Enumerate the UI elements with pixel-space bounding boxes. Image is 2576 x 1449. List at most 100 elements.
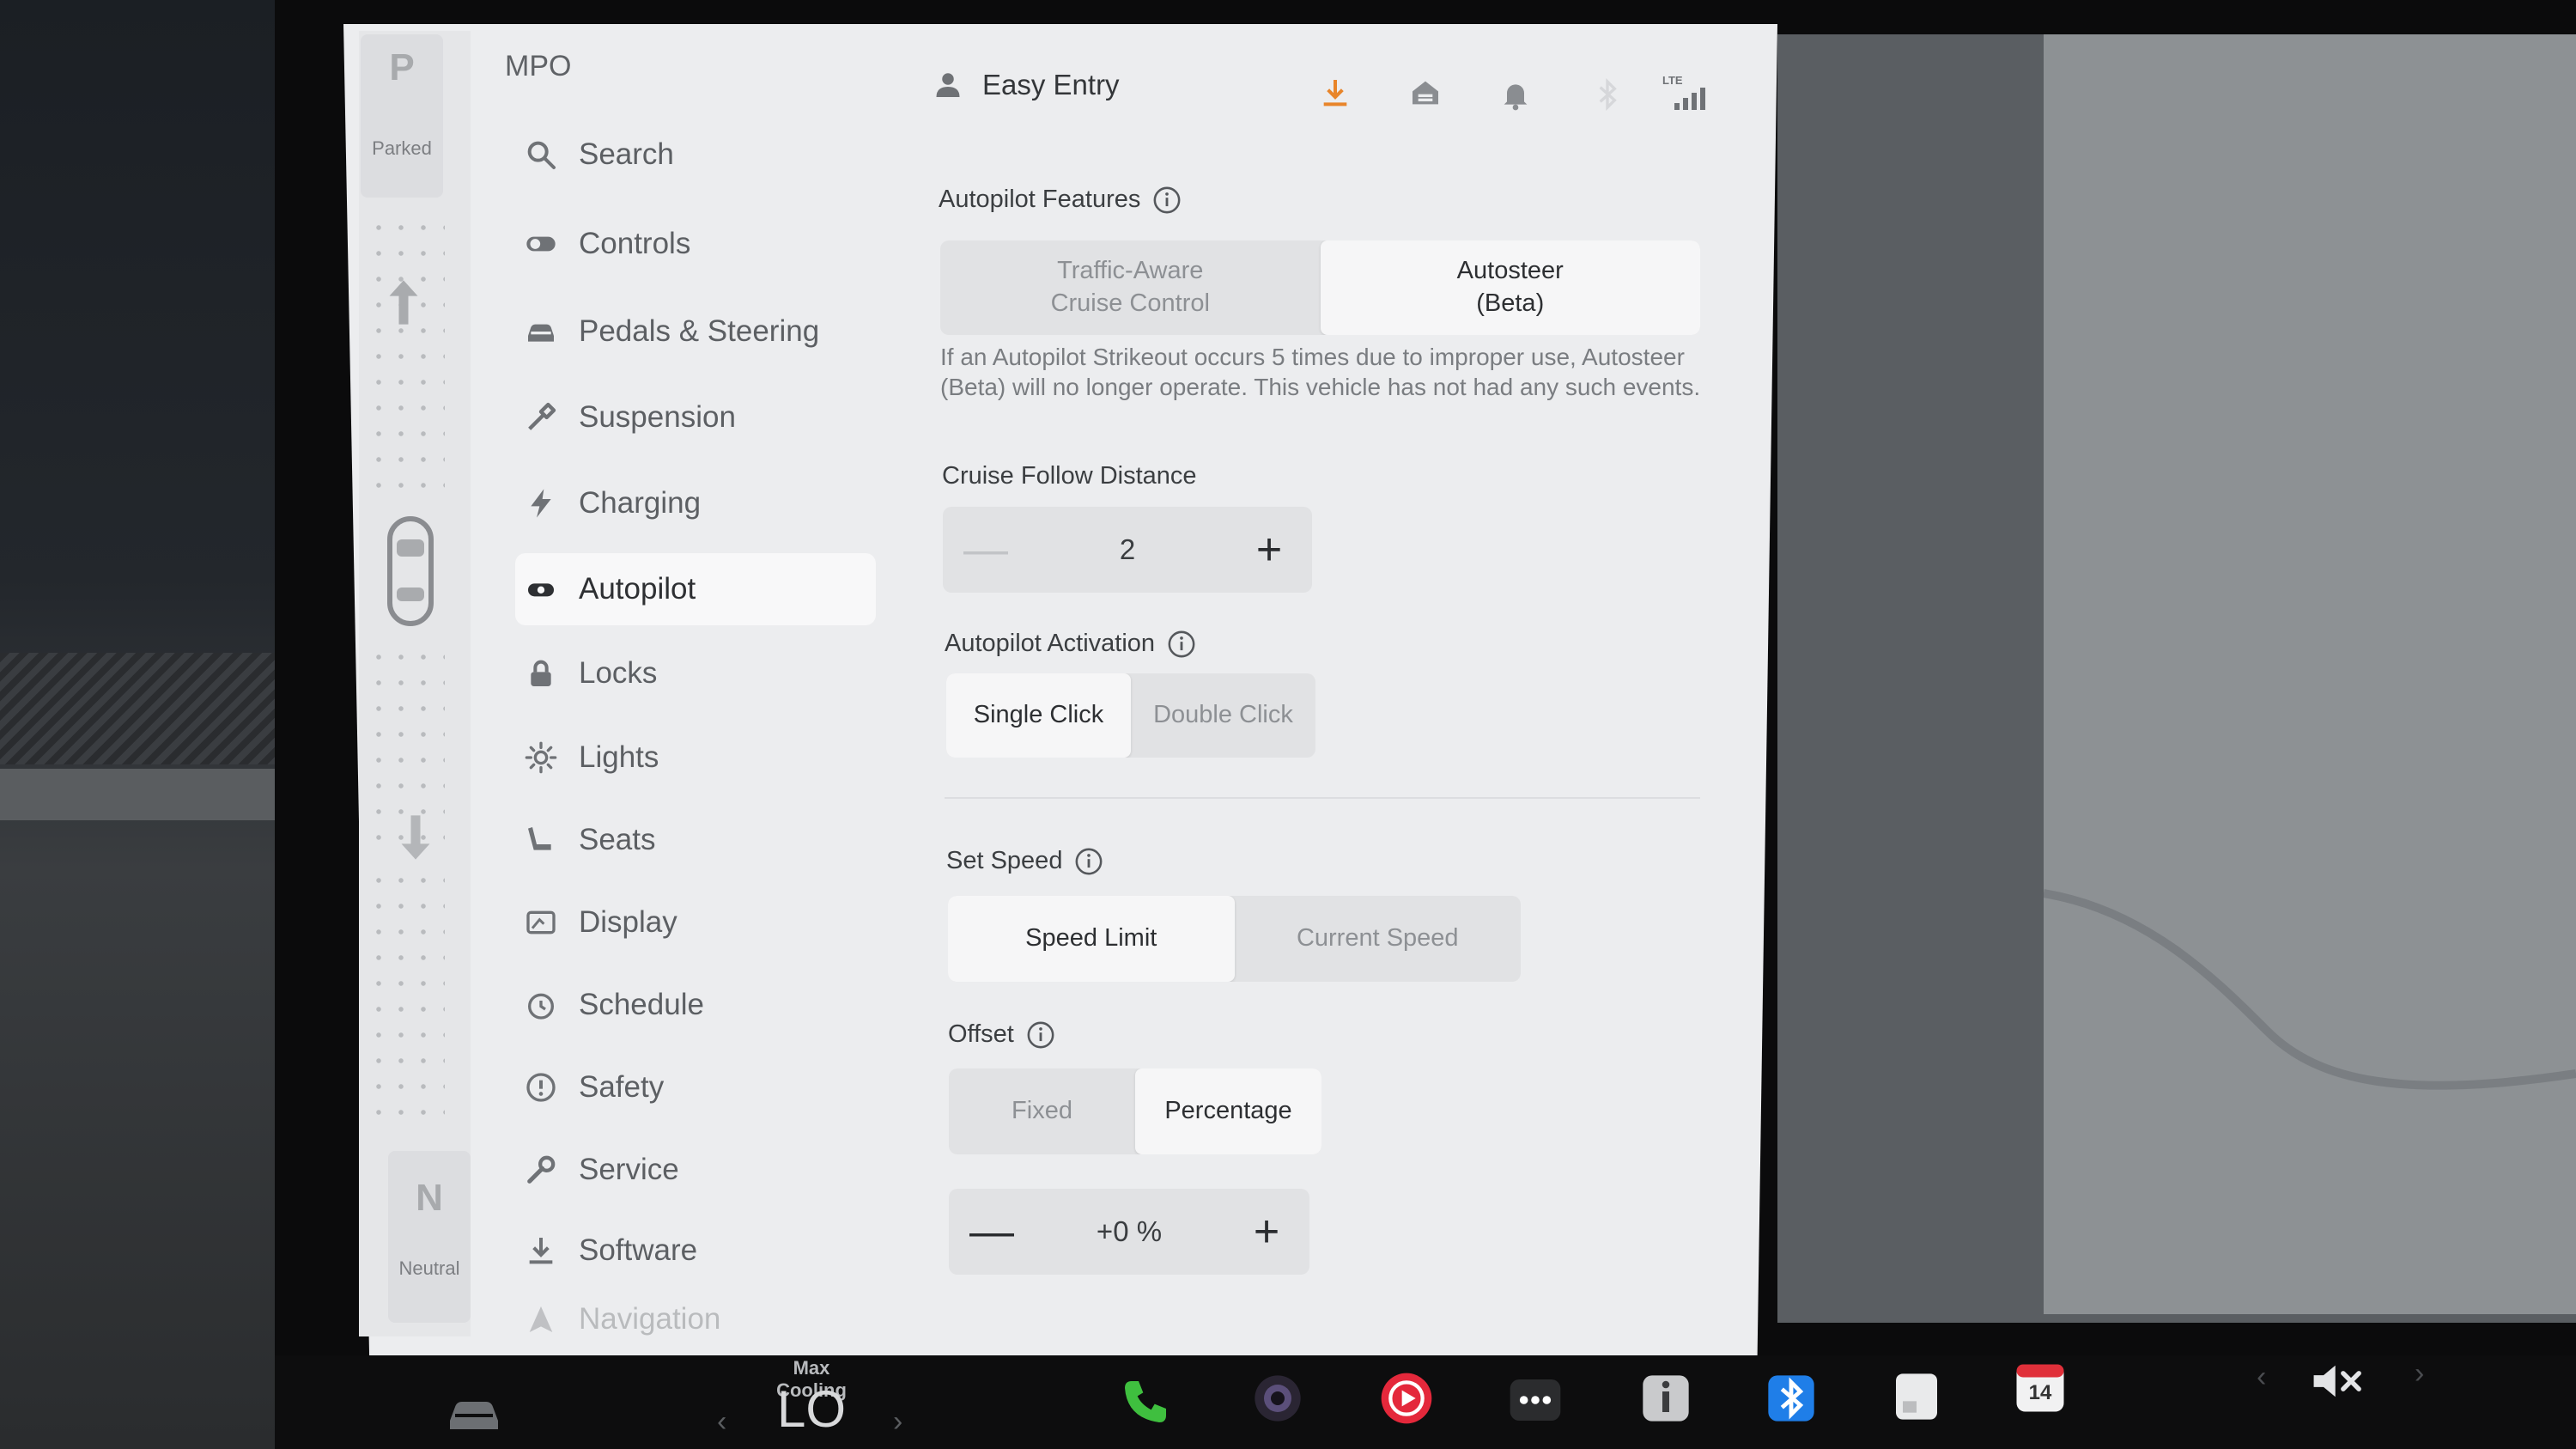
sidebar-item-display[interactable]: Display xyxy=(515,886,876,959)
gear-state: Neutral xyxy=(398,1257,460,1279)
info-icon[interactable] xyxy=(1152,186,1182,215)
wrench-icon xyxy=(524,1153,558,1187)
seat-icon xyxy=(524,823,558,857)
volume-up-icon[interactable]: › xyxy=(2415,1357,2424,1391)
option-double-click[interactable]: Double Click xyxy=(1131,673,1315,758)
calendar-icon[interactable]: 14 xyxy=(2014,1362,2066,1414)
navigation-icon xyxy=(524,1302,558,1336)
climate-value[interactable]: LO xyxy=(756,1379,867,1439)
wrench-icon xyxy=(524,400,558,435)
sidebar-item-search[interactable]: Search xyxy=(515,119,876,191)
arrow-down-icon[interactable] xyxy=(397,812,434,863)
mute-icon[interactable] xyxy=(2310,1357,2365,1405)
lte-label: LTE xyxy=(1662,74,1683,87)
home-icon[interactable] xyxy=(1408,76,1443,110)
sidebar-item-lights[interactable]: Lights xyxy=(515,721,876,794)
profile-icon[interactable] xyxy=(933,67,963,101)
search-icon xyxy=(524,137,558,172)
option-single-click[interactable]: Single Click xyxy=(946,673,1131,758)
lte-signal-icon: LTE xyxy=(1662,74,1710,112)
section-title-text: Set Speed xyxy=(946,847,1063,874)
media-player-icon[interactable] xyxy=(1379,1371,1434,1426)
download-icon xyxy=(524,1233,558,1268)
toggle-icon xyxy=(524,227,558,261)
offset-title: Offset xyxy=(948,1020,1055,1050)
follow-distance-value: 2 xyxy=(1119,533,1136,565)
cruise-follow-distance-title: Cruise Follow Distance xyxy=(942,462,1197,490)
info-card-icon[interactable] xyxy=(1638,1371,1693,1426)
sidebar-item-label: Display xyxy=(579,905,677,939)
option-autosteer-beta[interactable]: Autosteer (Beta) xyxy=(1320,240,1700,335)
option-percentage[interactable]: Percentage xyxy=(1135,1068,1321,1154)
dash-vent xyxy=(0,769,318,820)
download-icon[interactable] xyxy=(1318,76,1352,110)
car-icon xyxy=(524,314,558,349)
info-icon[interactable] xyxy=(1074,847,1103,876)
autopilot-activation-selector: Single Click Double Click xyxy=(946,673,1315,758)
map-route xyxy=(2044,889,2576,1090)
autopilot-features-selector: Traffic-Aware Cruise Control Autosteer (… xyxy=(940,240,1700,335)
sidebar-item-label: Charging xyxy=(579,486,702,520)
drive-dots xyxy=(368,868,445,1134)
lightning-icon xyxy=(524,486,558,521)
option-fixed[interactable]: Fixed xyxy=(949,1068,1135,1154)
option-traffic-aware-cruise-control[interactable]: Traffic-Aware Cruise Control xyxy=(940,240,1321,335)
sidebar-item-software[interactable]: Software xyxy=(515,1215,876,1287)
sidebar-item-label: Controls xyxy=(579,227,691,260)
sidebar-item-service[interactable]: Service xyxy=(515,1134,876,1206)
climate-temp-up-icon[interactable]: › xyxy=(893,1405,902,1439)
offset-selector: Fixed Percentage xyxy=(949,1068,1321,1154)
alert-icon xyxy=(524,1070,558,1105)
bell-icon[interactable] xyxy=(1498,77,1533,112)
car-top-icon xyxy=(385,515,436,627)
sidebar-item-suspension[interactable]: Suspension xyxy=(515,381,876,454)
option-current-speed[interactable]: Current Speed xyxy=(1235,896,1522,982)
offset-value: +0 % xyxy=(1096,1215,1163,1247)
sidebar-item-label: Schedule xyxy=(579,988,704,1021)
arrow-up-icon[interactable] xyxy=(385,277,422,328)
display-icon xyxy=(524,905,558,940)
sidebar-item-navigation[interactable]: Navigation xyxy=(515,1294,876,1345)
more-apps-icon[interactable] xyxy=(1508,1373,1563,1428)
decrease-button[interactable]: — xyxy=(949,1189,1035,1275)
sidebar-item-controls[interactable]: Controls xyxy=(515,208,876,280)
gear-neutral[interactable]: N Neutral xyxy=(388,1151,471,1323)
follow-distance-stepper: — 2 + xyxy=(943,507,1312,593)
phone-icon[interactable] xyxy=(1118,1374,1173,1429)
increase-button[interactable]: + xyxy=(1224,1189,1309,1275)
sidebar-item-label: Lights xyxy=(579,740,659,774)
sidebar-item-label: Autopilot xyxy=(579,572,696,606)
gear-state: Parked xyxy=(372,137,432,159)
sidebar-item-schedule[interactable]: Schedule xyxy=(515,969,876,1041)
option-speed-limit[interactable]: Speed Limit xyxy=(948,896,1235,982)
bluetooth-icon[interactable] xyxy=(1590,77,1625,112)
sidebar-item-charging[interactable]: Charging xyxy=(515,467,876,539)
profile-label[interactable]: Easy Entry xyxy=(982,69,1120,101)
info-icon[interactable] xyxy=(1026,1020,1055,1050)
clock-icon xyxy=(524,988,558,1022)
sidebar-item-locks[interactable]: Locks xyxy=(515,637,876,709)
sidebar-item-autopilot[interactable]: Autopilot xyxy=(515,553,876,625)
steering-wheel-icon xyxy=(524,572,558,606)
sidebar-item-label: Navigation xyxy=(579,1302,721,1336)
sidebar-item-pedals-steering[interactable]: Pedals & Steering xyxy=(515,295,876,368)
car-icon[interactable] xyxy=(445,1393,503,1434)
autopilot-features-title: Autopilot Features xyxy=(939,186,1182,215)
bluetooth-icon[interactable] xyxy=(1764,1371,1819,1426)
decrease-button[interactable]: — xyxy=(943,507,1029,593)
camera-icon[interactable] xyxy=(1250,1371,1305,1426)
sidebar-item-seats[interactable]: Seats xyxy=(515,804,876,876)
increase-button[interactable]: + xyxy=(1226,507,1312,593)
volume-down-icon[interactable]: ‹ xyxy=(2257,1361,2266,1394)
gear-park[interactable]: P Parked xyxy=(361,34,443,198)
sidebar-item-label: Search xyxy=(579,137,674,171)
sidebar-item-label: Seats xyxy=(579,823,656,856)
sidebar-item-safety[interactable]: Safety xyxy=(515,1051,876,1123)
section-divider xyxy=(945,797,1700,799)
section-title-text: Autopilot Activation xyxy=(945,630,1156,657)
notes-icon[interactable] xyxy=(1889,1369,1944,1424)
climate-temp-down-icon[interactable]: ‹ xyxy=(717,1405,726,1439)
info-icon[interactable] xyxy=(1167,630,1196,659)
section-title-text: Autopilot Features xyxy=(939,186,1141,213)
sidebar-item-label: Safety xyxy=(579,1070,665,1104)
